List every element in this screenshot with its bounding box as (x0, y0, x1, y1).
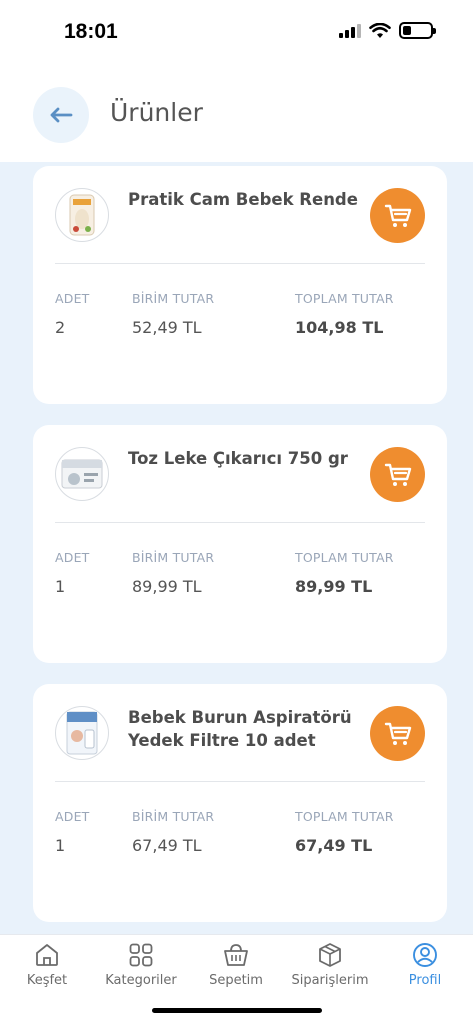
tab-kategoriler[interactable]: Kategoriler (94, 939, 188, 995)
wifi-icon (369, 22, 391, 38)
tab-label: Kategoriler (105, 973, 177, 988)
total-price-value: 67,49 TL (295, 836, 373, 855)
tab-profil[interactable]: Profil (378, 939, 472, 995)
tab-label: Profil (408, 973, 442, 988)
qty-label: ADET (55, 291, 90, 306)
product-name: Bebek Burun Aspiratörü Yedek Filtre 10 a… (128, 708, 352, 750)
user-icon (413, 943, 437, 967)
product-image (55, 447, 109, 501)
status-time: 18:01 (64, 20, 118, 43)
product-card[interactable]: Pratik Cam Bebek Rende ADET BİRİM TUTAR … (33, 166, 447, 404)
status-icons (339, 22, 436, 39)
unit-price-value: 89,99 TL (132, 577, 202, 596)
home-indicator (152, 1008, 322, 1013)
product-card[interactable]: Bebek Burun Aspiratörü Yedek Filtre 10 a… (33, 684, 447, 922)
signal-icon (339, 23, 361, 38)
product-list[interactable]: Pratik Cam Bebek Rende ADET BİRİM TUTAR … (0, 162, 473, 934)
back-button[interactable] (33, 87, 89, 143)
add-to-cart-button[interactable] (370, 706, 425, 761)
divider (55, 781, 425, 782)
add-to-cart-button[interactable] (370, 447, 425, 502)
page-title: Ürünler (110, 98, 203, 127)
tab-siparislerim[interactable]: Siparişlerim (283, 939, 377, 995)
add-to-cart-button[interactable] (370, 188, 425, 243)
divider (55, 522, 425, 523)
total-price-value: 104,98 TL (295, 318, 384, 337)
home-icon (36, 944, 58, 966)
qty-value: 2 (55, 318, 66, 337)
total-price-label: TOPLAM TUTAR (295, 291, 394, 306)
package-icon (319, 943, 341, 967)
cart-icon (384, 722, 411, 745)
unit-price-label: BİRİM TUTAR (132, 291, 215, 306)
total-price-value: 89,99 TL (295, 577, 373, 596)
qty-label: ADET (55, 550, 90, 565)
tab-sepetim[interactable]: Sepetim (189, 939, 283, 995)
tab-kesfet[interactable]: Keşfet (0, 939, 94, 995)
qty-value: 1 (55, 577, 66, 596)
cart-icon (384, 463, 411, 486)
arrow-left-icon (50, 107, 73, 123)
tab-label: Siparişlerim (291, 973, 369, 988)
qty-value: 1 (55, 836, 66, 855)
divider (55, 263, 425, 264)
status-bar: 18:01 (0, 0, 473, 62)
qty-label: ADET (55, 809, 90, 824)
total-price-label: TOPLAM TUTAR (295, 809, 394, 824)
total-price-label: TOPLAM TUTAR (295, 550, 394, 565)
product-image (55, 188, 109, 242)
header: Ürünler (0, 62, 473, 162)
battery-level (403, 26, 411, 35)
product-image (55, 706, 109, 760)
basket-icon (224, 944, 248, 966)
grid-icon (129, 943, 153, 967)
product-name: Pratik Cam Bebek Rende (128, 190, 358, 209)
unit-price-value: 67,49 TL (132, 836, 202, 855)
unit-price-label: BİRİM TUTAR (132, 550, 215, 565)
tab-label: Keşfet (26, 973, 68, 988)
product-card[interactable]: Toz Leke Çıkarıcı 750 gr ADET BİRİM TUTA… (33, 425, 447, 663)
cart-icon (384, 204, 411, 227)
unit-price-value: 52,49 TL (132, 318, 202, 337)
tab-label: Sepetim (209, 973, 263, 988)
product-name: Toz Leke Çıkarıcı 750 gr (128, 449, 348, 468)
unit-price-label: BİRİM TUTAR (132, 809, 215, 824)
battery-icon (399, 22, 436, 39)
